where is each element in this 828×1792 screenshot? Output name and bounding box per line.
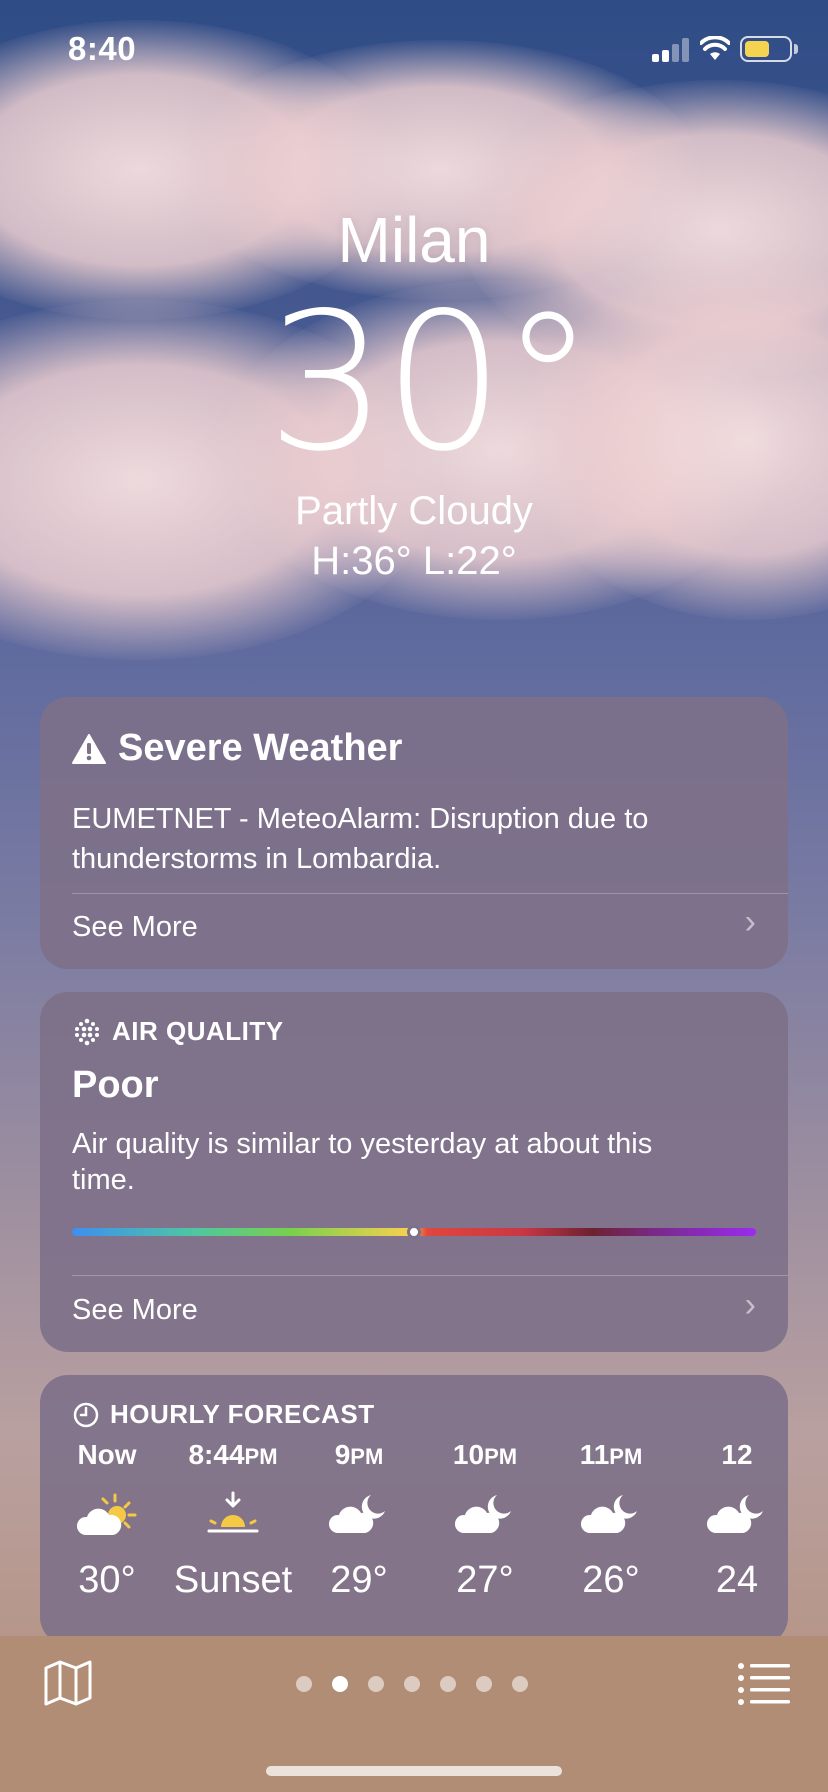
air-quality-header: AIR QUALITY xyxy=(72,1016,284,1047)
chevron-right-icon[interactable]: › xyxy=(745,1286,756,1325)
status-bar: 8:40 xyxy=(0,0,828,100)
cloud-moon-icon xyxy=(294,1475,424,1555)
hourly-item: Now 30° xyxy=(42,1435,172,1605)
sun-cloud-icon xyxy=(42,1475,172,1555)
list-icon[interactable] xyxy=(736,1658,792,1708)
home-indicator xyxy=(266,1766,562,1776)
page-dot[interactable] xyxy=(440,1676,456,1692)
page-indicator[interactable] xyxy=(296,1676,528,1692)
current-temperature: 30° xyxy=(266,272,596,493)
hourly-temperature: 30° xyxy=(78,1559,136,1601)
warning-icon xyxy=(72,733,106,764)
air-quality-icon xyxy=(75,1018,99,1045)
status-time: 8:40 xyxy=(68,30,137,67)
cellular-signal-icon xyxy=(652,38,692,62)
current-weather: Milan 30° Partly Cloudy H:36° L:22° xyxy=(0,200,828,586)
hourly-temperature: 27° xyxy=(456,1559,514,1601)
page-dot[interactable] xyxy=(476,1676,492,1692)
hourly-strip[interactable]: Now 30° 8:44PM Sunset 9PM 29° 10PM 27° 11PM 26° 12… xyxy=(40,1435,788,1645)
divider xyxy=(72,1275,788,1276)
air-quality-card[interactable]: AIR QUALITY Poor Air quality is similar … xyxy=(40,992,788,1352)
hourly-forecast-header: HOURLY FORECAST xyxy=(72,1399,375,1430)
cloud-moon-icon xyxy=(672,1475,788,1555)
severe-weather-card[interactable]: Severe Weather EUMETNET - MeteoAlarm: Di… xyxy=(40,697,788,969)
hourly-item: 8:44PM Sunset xyxy=(168,1435,298,1605)
cloud-moon-icon xyxy=(420,1475,550,1555)
cloud-moon-icon xyxy=(546,1475,676,1555)
page-dot[interactable] xyxy=(404,1676,420,1692)
air-quality-indicator xyxy=(407,1225,421,1239)
air-quality-label: AIR QUALITY xyxy=(112,1016,284,1046)
condition-text: Partly Cloudy xyxy=(295,489,533,533)
hourly-time: 8:44PM xyxy=(188,1439,278,1470)
hourly-temperature: 26° xyxy=(582,1559,640,1601)
hourly-temperature: 29° xyxy=(330,1559,388,1601)
wifi-icon xyxy=(700,36,730,60)
battery-icon xyxy=(740,36,792,62)
air-quality-value: Poor xyxy=(72,1064,159,1106)
hourly-item: 11PM 26° xyxy=(546,1435,676,1605)
map-icon[interactable] xyxy=(40,1658,96,1708)
hourly-time: 12 xyxy=(721,1439,753,1470)
hourly-item: 9PM 29° xyxy=(294,1435,424,1605)
hourly-item: 12 24 xyxy=(672,1435,788,1605)
severe-weather-heading: Severe Weather xyxy=(118,727,403,769)
high-low-text: H:36° L:22° xyxy=(311,539,517,583)
severe-weather-title: Severe Weather xyxy=(72,727,402,770)
hourly-time: 9PM xyxy=(334,1439,384,1470)
hourly-forecast-card[interactable]: HOURLY FORECAST Now 30° 8:44PM Sunset 9PM 29°… xyxy=(40,1375,788,1645)
hourly-temperature: 24 xyxy=(715,1559,759,1601)
city-name: Milan xyxy=(337,204,491,276)
hourly-time: Now xyxy=(77,1439,137,1470)
bottom-toolbar xyxy=(0,1636,828,1792)
hourly-temperature: Sunset xyxy=(173,1559,293,1601)
sunset-icon xyxy=(168,1475,298,1555)
air-quality-scale xyxy=(72,1225,756,1239)
air-quality-see-more-link[interactable]: See More xyxy=(72,1294,198,1327)
hourly-item: 10PM 27° xyxy=(420,1435,550,1605)
page-dot[interactable] xyxy=(368,1676,384,1692)
page-dot[interactable] xyxy=(512,1676,528,1692)
page-dot[interactable] xyxy=(296,1676,312,1692)
clock-icon xyxy=(73,1402,99,1427)
divider xyxy=(72,893,788,894)
hourly-time: 10PM xyxy=(452,1439,518,1470)
severe-see-more-link[interactable]: See More xyxy=(72,911,198,944)
chevron-right-icon[interactable]: › xyxy=(745,903,756,942)
severe-weather-description: EUMETNET - MeteoAlarm: Disruption due to… xyxy=(72,803,649,875)
page-dot[interactable] xyxy=(332,1676,348,1692)
air-quality-description: Air quality is similar to yesterday at a… xyxy=(72,1128,653,1196)
hourly-time: 11PM xyxy=(579,1439,643,1470)
hourly-forecast-label: HOURLY FORECAST xyxy=(110,1399,375,1429)
